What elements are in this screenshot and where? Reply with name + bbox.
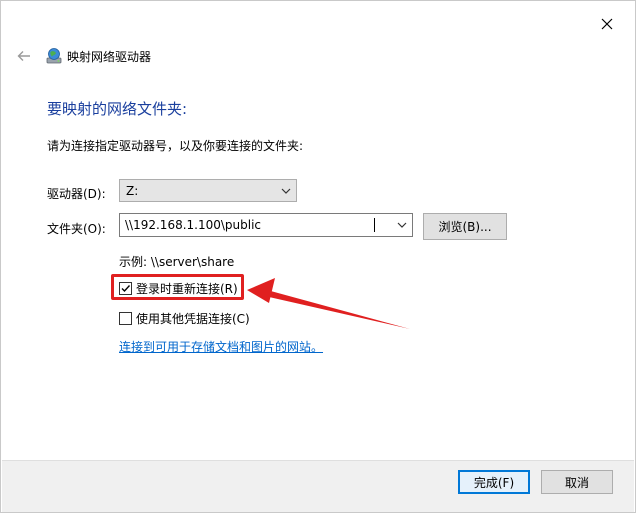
dialog-title: 映射网络驱动器 xyxy=(67,50,152,64)
chevron-down-icon[interactable] xyxy=(396,219,408,231)
text-cursor xyxy=(374,218,375,232)
cancel-button[interactable]: 取消 xyxy=(541,470,613,494)
network-drive-icon xyxy=(46,48,62,64)
close-button[interactable] xyxy=(593,11,621,37)
chevron-down-icon xyxy=(281,188,291,194)
other-credentials-label: 使用其他凭据连接(C) xyxy=(136,312,250,326)
back-arrow-icon xyxy=(17,51,30,61)
browse-button[interactable]: 浏览(B)... xyxy=(423,213,507,240)
folder-path-input[interactable] xyxy=(120,214,390,236)
annotation-highlight-box xyxy=(111,274,244,300)
close-icon xyxy=(601,18,613,30)
folder-label: 文件夹(O): xyxy=(47,222,106,236)
back-button[interactable] xyxy=(13,45,35,67)
instruction-text: 请为连接指定驱动器号，以及你要连接的文件夹: xyxy=(47,139,304,153)
other-credentials-checkbox[interactable] xyxy=(119,312,132,325)
other-credentials-checkbox-row[interactable]: 使用其他凭据连接(C) xyxy=(119,310,250,327)
storage-website-link[interactable]: 连接到可用于存储文档和图片的网站。 xyxy=(119,338,323,355)
annotation-arrow xyxy=(247,278,410,329)
dialog-footer: 完成(F) 取消 xyxy=(2,460,634,512)
drive-label: 驱动器(D): xyxy=(47,187,106,201)
page-heading: 要映射的网络文件夹: xyxy=(47,100,188,118)
example-text: 示例: \\server\share xyxy=(119,255,235,269)
finish-button[interactable]: 完成(F) xyxy=(458,470,530,494)
drive-letter-select[interactable]: Z: xyxy=(119,179,297,202)
folder-path-combobox[interactable] xyxy=(119,213,413,237)
map-network-drive-dialog: 映射网络驱动器 要映射的网络文件夹: 请为连接指定驱动器号，以及你要连接的文件夹… xyxy=(0,0,636,513)
drive-letter-value: Z: xyxy=(126,184,139,198)
